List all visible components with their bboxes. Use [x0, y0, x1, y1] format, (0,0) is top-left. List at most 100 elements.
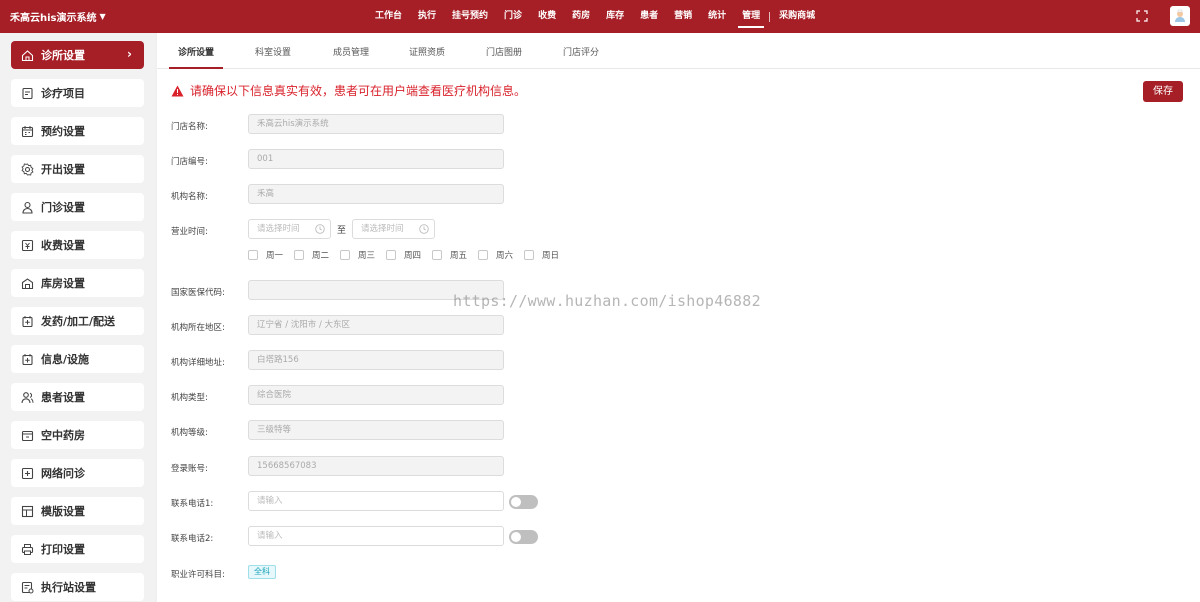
- sidebar-item-patients[interactable]: 患者设置: [11, 383, 144, 411]
- nav-inventory[interactable]: 库存: [598, 0, 632, 33]
- tab-licenses[interactable]: 证照资质: [400, 33, 454, 69]
- sidebar-item-label: 模版设置: [41, 505, 85, 518]
- gear-icon: [21, 162, 34, 176]
- checkbox[interactable]: [248, 250, 258, 260]
- weekday-label: 周四: [404, 251, 422, 261]
- phone2-input[interactable]: 请输入: [248, 526, 504, 546]
- nav-outpatient[interactable]: 门诊: [496, 0, 530, 33]
- tab-member-management[interactable]: 成员管理: [324, 33, 378, 69]
- medicine-icon: [21, 315, 34, 328]
- checkbox[interactable]: [432, 250, 442, 260]
- weekday-checkbox-fri[interactable]: 周五: [432, 249, 467, 261]
- checkbox[interactable]: [294, 250, 304, 260]
- start-time-placeholder: 请选择时间: [257, 224, 300, 234]
- sidebar-item-printing[interactable]: 打印设置: [11, 535, 144, 563]
- sidebar-item-outpatient[interactable]: 门诊设置: [11, 193, 144, 221]
- top-bar: 禾高云his演示系统 ▼ 工作台 执行 挂号预约 门诊 收费 药房 库存 患者 …: [0, 0, 1200, 33]
- tab-store-gallery[interactable]: 门店图册: [477, 33, 531, 69]
- end-time-picker[interactable]: 请选择时间: [352, 219, 435, 239]
- weekday-checkbox-sun[interactable]: 周日: [524, 249, 559, 261]
- weekday-checkbox-tue[interactable]: 周二: [294, 249, 329, 261]
- printer-icon: [21, 543, 34, 556]
- sidebar-item-prescribing[interactable]: 开出设置: [11, 155, 144, 183]
- weekday-label: 周三: [358, 251, 376, 261]
- sidebar-item-templates[interactable]: 模版设置: [11, 497, 144, 525]
- phone1-visibility-toggle[interactable]: [509, 495, 538, 509]
- clock-icon: [315, 224, 325, 234]
- sidebar-item-online-consult[interactable]: 网络问诊: [11, 459, 144, 487]
- license-scope-tag: 全科: [248, 565, 276, 579]
- checkbox[interactable]: [524, 250, 534, 260]
- nav-patients[interactable]: 患者: [632, 0, 666, 33]
- nav-billing[interactable]: 收费: [530, 0, 564, 33]
- address-field: 白塔路156: [248, 350, 504, 370]
- sidebar-item-label: 诊疗项目: [41, 87, 85, 100]
- nav-procurement-mall[interactable]: 采购商城: [771, 0, 823, 33]
- sidebar-item-label: 执行站设置: [41, 581, 96, 594]
- nav-pharmacy[interactable]: 药房: [564, 0, 598, 33]
- weekday-checkbox-sat[interactable]: 周六: [478, 249, 513, 261]
- weekday-label: 周一: [266, 251, 284, 261]
- org-name-label: 机构名称:: [171, 192, 208, 202]
- warning-icon: [171, 85, 184, 96]
- weekday-label: 周五: [450, 251, 468, 261]
- org-level-label: 机构等级:: [171, 428, 208, 438]
- store-code-label: 门店编号:: [171, 157, 208, 167]
- nav-registration[interactable]: 挂号预约: [444, 0, 496, 33]
- sidebar-item-info-facilities[interactable]: 信息/设施: [11, 345, 144, 373]
- warehouse-icon: [21, 277, 34, 290]
- nav-marketing[interactable]: 营销: [666, 0, 700, 33]
- tab-clinic-settings[interactable]: 诊所设置: [169, 33, 223, 69]
- nav-execute[interactable]: 执行: [410, 0, 444, 33]
- sidebar-item-warehouse[interactable]: 库房设置: [11, 269, 144, 297]
- sidebar-item-label: 预约设置: [41, 125, 85, 138]
- checkbox[interactable]: [386, 250, 396, 260]
- sidebar-item-air-pharmacy[interactable]: 空中药房: [11, 421, 144, 449]
- template-icon: [21, 505, 34, 518]
- warning-notice: 请确保以下信息真实有效，患者可在用户端查看医疗机构信息。: [171, 82, 526, 99]
- phone2-label: 联系电话2:: [171, 534, 214, 544]
- checkbox[interactable]: [478, 250, 488, 260]
- weekday-checkbox-thu[interactable]: 周四: [386, 249, 421, 261]
- system-switcher[interactable]: 禾高云his演示系统 ▼: [10, 0, 106, 33]
- weekday-checkbox-mon[interactable]: 周一: [248, 249, 283, 261]
- sidebar-item-dispensing[interactable]: 发药/加工/配送: [11, 307, 144, 335]
- doctor-avatar-icon: [1175, 9, 1185, 22]
- sidebar-item-label: 门诊设置: [41, 201, 85, 214]
- business-hours-label: 营业时间:: [171, 227, 208, 237]
- avatar[interactable]: [1170, 6, 1190, 26]
- home-icon: [21, 49, 34, 62]
- money-icon: [21, 239, 34, 252]
- weekday-label: 周二: [312, 251, 330, 261]
- toggle-knob: [511, 532, 521, 542]
- brand-name: 禾高云his演示系统: [10, 13, 97, 24]
- toggle-knob: [511, 497, 521, 507]
- sidebar-item-billing[interactable]: 收费设置: [11, 231, 144, 259]
- tab-department-settings[interactable]: 科室设置: [246, 33, 300, 69]
- sidebar-item-exec-station[interactable]: 执行站设置: [11, 573, 144, 601]
- phone2-visibility-toggle[interactable]: [509, 530, 538, 544]
- weekday-checkbox-wed[interactable]: 周三: [340, 249, 375, 261]
- sidebar-item-treatment-items[interactable]: 诊疗项目: [11, 79, 144, 107]
- fullscreen-icon[interactable]: [1136, 10, 1148, 22]
- region-label: 机构所在地区:: [171, 323, 225, 333]
- checkbox[interactable]: [340, 250, 350, 260]
- sidebar-item-label: 库房设置: [41, 277, 85, 290]
- insurance-code-label: 国家医保代码:: [171, 288, 225, 298]
- nav-management[interactable]: 管理: [734, 0, 768, 33]
- nav-statistics[interactable]: 统计: [700, 0, 734, 33]
- sidebar-item-clinic-settings[interactable]: 诊所设置 ›: [11, 41, 144, 69]
- sidebar-item-appointment[interactable]: 预约设置: [11, 117, 144, 145]
- org-level-field: 三级特等: [248, 420, 504, 440]
- nav-workbench[interactable]: 工作台: [367, 0, 410, 33]
- save-button[interactable]: 保存: [1143, 81, 1183, 102]
- org-name-field: 禾高: [248, 184, 504, 204]
- store-name-label: 门店名称:: [171, 122, 208, 132]
- sidebar-item-label: 开出设置: [41, 163, 85, 176]
- sidebar-item-label: 网络问诊: [41, 467, 85, 480]
- phone1-input[interactable]: 请输入: [248, 491, 504, 511]
- tab-store-rating[interactable]: 门店评分: [554, 33, 608, 69]
- start-time-picker[interactable]: 请选择时间: [248, 219, 331, 239]
- pharmacy-icon: [21, 429, 34, 442]
- address-label: 机构详细地址:: [171, 358, 225, 368]
